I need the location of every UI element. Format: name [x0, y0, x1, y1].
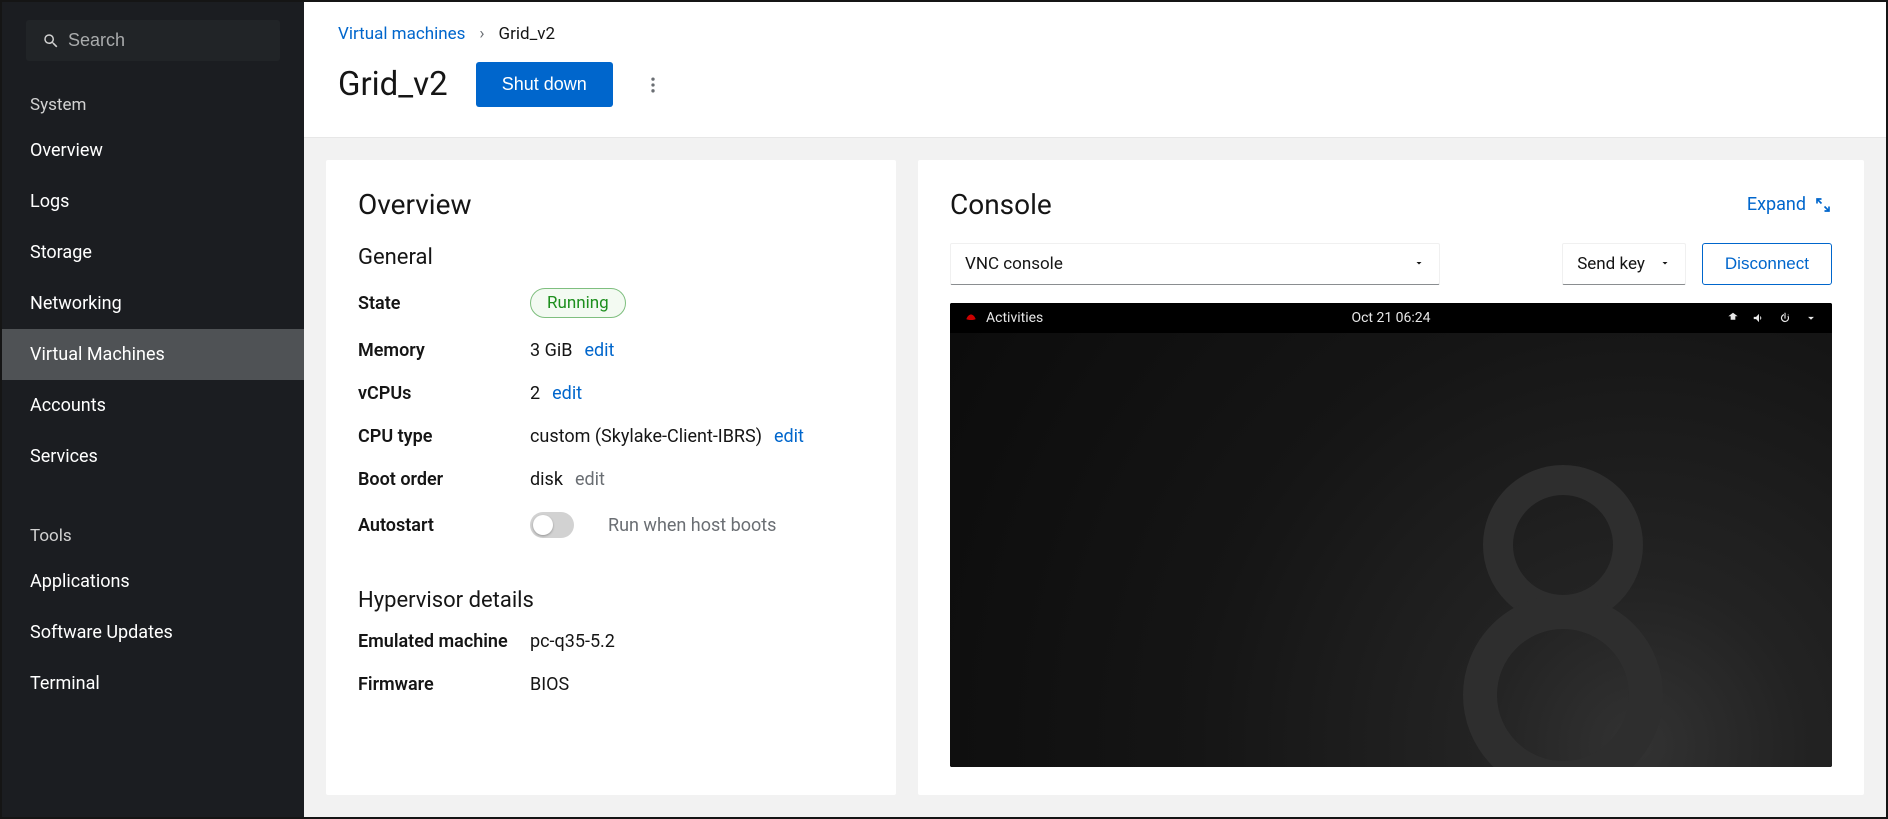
value-bootorder: disk: [530, 469, 563, 490]
row-state: State Running: [358, 288, 864, 318]
guest-activities-label: Activities: [986, 310, 1043, 326]
row-vcpus: vCPUs 2 edit: [358, 383, 864, 404]
label-vcpus: vCPUs: [358, 383, 530, 404]
edit-memory-link[interactable]: edit: [584, 340, 614, 361]
hypervisor-heading: Hypervisor details: [358, 588, 864, 613]
sidebar-item-services[interactable]: Services: [2, 431, 304, 482]
search-container: [26, 20, 280, 61]
guest-activities-button[interactable]: Activities: [964, 310, 1043, 326]
expand-console-button[interactable]: Expand: [1747, 194, 1832, 215]
content-grid: Overview General State Running Memory 3 …: [304, 138, 1886, 817]
power-icon: [1778, 311, 1792, 325]
value-vcpus: 2: [530, 383, 540, 404]
console-type-value: VNC console: [965, 254, 1063, 274]
edit-cputype-link[interactable]: edit: [774, 426, 804, 447]
sidebar-item-accounts[interactable]: Accounts: [2, 380, 304, 431]
label-emulated: Emulated machine: [358, 631, 530, 652]
console-header: Console Expand: [950, 188, 1832, 221]
sidebar-item-storage[interactable]: Storage: [2, 227, 304, 278]
breadcrumb: Virtual machines › Grid_v2: [338, 24, 1852, 44]
guest-status-area[interactable]: [1726, 311, 1818, 325]
breadcrumb-link-vms[interactable]: Virtual machines: [338, 24, 465, 44]
label-firmware: Firmware: [358, 674, 530, 695]
sidebar-item-terminal[interactable]: Terminal: [2, 658, 304, 709]
overview-heading: Overview: [358, 188, 864, 221]
console-controls: VNC console Send key Disconnect: [950, 243, 1832, 285]
breadcrumb-current: Grid_v2: [499, 24, 556, 44]
sidebar-item-software-updates[interactable]: Software Updates: [2, 607, 304, 658]
disconnect-button[interactable]: Disconnect: [1702, 243, 1832, 285]
row-autostart: Autostart Run when host boots: [358, 512, 864, 538]
caret-down-icon: [1413, 254, 1425, 274]
vnc-viewport[interactable]: Activities Oct 21 06:24: [950, 303, 1832, 767]
row-memory: Memory 3 GiB edit: [358, 340, 864, 361]
console-card: Console Expand VNC console Send key: [918, 160, 1864, 795]
kebab-icon: [643, 75, 663, 95]
caret-down-icon: [1804, 311, 1818, 325]
label-memory: Memory: [358, 340, 530, 361]
topbar: Virtual machines › Grid_v2 Grid_v2 Shut …: [304, 2, 1886, 138]
toggle-knob: [533, 515, 553, 535]
label-bootorder: Boot order: [358, 469, 530, 490]
row-firmware: Firmware BIOS: [358, 674, 864, 695]
guest-clock: Oct 21 06:24: [1351, 310, 1430, 326]
guest-desktop[interactable]: [950, 333, 1832, 767]
row-cputype: CPU type custom (Skylake-Client-IBRS) ed…: [358, 426, 864, 447]
sidebar-item-overview[interactable]: Overview: [2, 125, 304, 176]
row-bootorder: Boot order disk edit: [358, 469, 864, 490]
console-type-select[interactable]: VNC console: [950, 243, 1440, 285]
label-autostart: Autostart: [358, 515, 530, 536]
overview-card: Overview General State Running Memory 3 …: [326, 160, 896, 795]
edit-vcpus-link[interactable]: edit: [552, 383, 582, 404]
general-heading: General: [358, 245, 864, 270]
sidebar: System Overview Logs Storage Networking …: [2, 2, 304, 817]
expand-label: Expand: [1747, 194, 1806, 215]
send-key-label: Send key: [1577, 254, 1645, 274]
send-key-select[interactable]: Send key: [1562, 243, 1686, 285]
volume-icon: [1752, 311, 1766, 325]
row-emulated: Emulated machine pc-q35-5.2: [358, 631, 864, 652]
network-icon: [1726, 311, 1740, 325]
search-input[interactable]: [26, 20, 280, 61]
value-firmware: BIOS: [530, 674, 569, 695]
shutdown-button[interactable]: Shut down: [476, 62, 613, 107]
edit-bootorder-link[interactable]: edit: [575, 469, 605, 490]
sidebar-item-networking[interactable]: Networking: [2, 278, 304, 329]
label-cputype: CPU type: [358, 426, 530, 447]
breadcrumb-separator-icon: ›: [479, 24, 484, 44]
redhat-icon: [964, 311, 978, 325]
nav-section-system: System: [2, 95, 304, 115]
expand-icon: [1814, 196, 1832, 214]
sidebar-item-logs[interactable]: Logs: [2, 176, 304, 227]
guest-topbar: Activities Oct 21 06:24: [950, 303, 1832, 333]
console-heading: Console: [950, 188, 1052, 221]
label-state: State: [358, 293, 530, 314]
autostart-toggle[interactable]: [530, 512, 574, 538]
value-memory: 3 GiB: [530, 340, 572, 361]
search-icon: [42, 32, 60, 50]
title-row: Grid_v2 Shut down: [338, 62, 1852, 107]
page-title: Grid_v2: [338, 65, 448, 104]
value-cputype: custom (Skylake-Client-IBRS): [530, 426, 762, 447]
sidebar-item-applications[interactable]: Applications: [2, 556, 304, 607]
caret-down-icon: [1659, 254, 1671, 274]
guest-wallpaper-logo: [1453, 465, 1673, 767]
autostart-hint: Run when host boots: [608, 515, 776, 536]
state-badge: Running: [530, 288, 626, 318]
more-actions-button[interactable]: [641, 73, 665, 97]
main-area: Virtual machines › Grid_v2 Grid_v2 Shut …: [304, 2, 1886, 817]
nav-section-tools: Tools: [2, 526, 304, 546]
value-emulated: pc-q35-5.2: [530, 631, 615, 652]
sidebar-item-virtual-machines[interactable]: Virtual Machines: [2, 329, 304, 380]
